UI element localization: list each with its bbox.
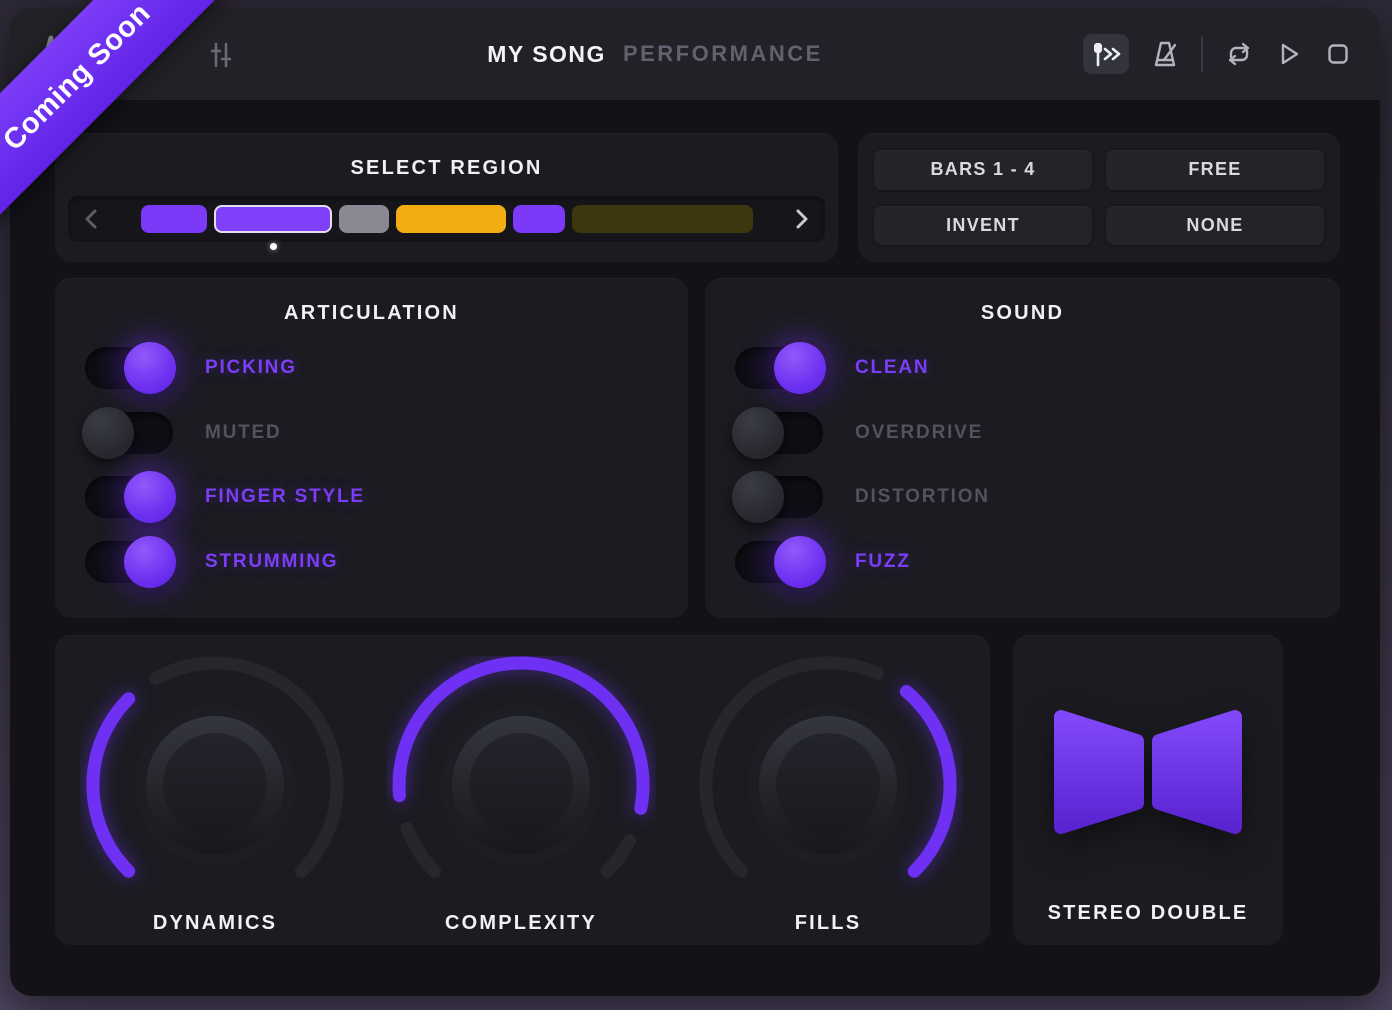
loop-icon — [1224, 41, 1254, 67]
toggle-strumming[interactable] — [85, 541, 173, 583]
knob-label-dynamics: DYNAMICS — [80, 912, 350, 935]
generation-button-none[interactable]: NONE — [1106, 206, 1324, 246]
region-block-1[interactable] — [141, 205, 207, 233]
toggle-thumb — [124, 471, 176, 523]
transport-divider — [1201, 36, 1203, 72]
toggle-finger-style[interactable] — [85, 476, 173, 518]
select-region-title: SELECT REGION — [55, 157, 838, 180]
desktop-backdrop: { "ribbon": { "label": "Coming Soon", "c… — [0, 0, 1392, 1010]
toggle-clean[interactable] — [735, 347, 823, 389]
toggle-label: CLEAN — [855, 357, 929, 379]
toggle-thumb — [774, 536, 826, 588]
toggle-label: PICKING — [205, 357, 297, 379]
generation-button-invent[interactable]: INVENT — [874, 206, 1092, 246]
toggle-thumb — [124, 536, 176, 588]
toggle-row-picking: PICKING — [55, 342, 688, 394]
toggle-label: FINGER STYLE — [205, 486, 365, 508]
region-block-3[interactable] — [339, 205, 389, 233]
sound-title: SOUND — [705, 302, 1340, 325]
header-bar: MY SONG PERFORMANCE — [10, 8, 1380, 100]
sound-panel: SOUND CLEAN OVERDRIVE DISTORTION FUZZ — [705, 278, 1340, 618]
knob-dial-complexity[interactable] — [386, 656, 656, 912]
toggle-label: OVERDRIVE — [855, 422, 983, 444]
knob-label-fills: FILLS — [693, 912, 963, 935]
toggle-picking[interactable] — [85, 347, 173, 389]
follow-playhead-button[interactable] — [1083, 34, 1129, 74]
chevron-left-icon[interactable] — [84, 208, 98, 230]
toggle-label: STRUMMING — [205, 551, 338, 573]
stop-button[interactable] — [1324, 40, 1352, 68]
song-title: MY SONG — [487, 41, 606, 68]
selected-region-dot — [270, 243, 277, 250]
performance-knobs-panel: DYNAMICSCOMPLEXITYFILLS — [55, 635, 990, 945]
knob-dial-dynamics[interactable] — [80, 656, 350, 912]
play-icon — [1275, 40, 1303, 68]
toggle-row-distortion: DISTORTION — [705, 471, 1340, 523]
plugin-window: MY SONG PERFORMANCE — [10, 8, 1380, 996]
toggle-row-fuzz: FUZZ — [705, 536, 1340, 588]
toggle-row-clean: CLEAN — [705, 342, 1340, 394]
toggle-row-finger-style: FINGER STYLE — [55, 471, 688, 523]
stereo-double-icon[interactable] — [1048, 707, 1248, 837]
toggle-row-overdrive: OVERDRIVE — [705, 407, 1340, 459]
generation-button-free[interactable]: FREE — [1106, 150, 1324, 190]
articulation-title: ARTICULATION — [55, 302, 688, 325]
play-button[interactable] — [1275, 40, 1303, 68]
stereo-double-panel: STEREO DOUBLE — [1013, 635, 1283, 945]
knob-dial-fills[interactable] — [693, 656, 963, 912]
view-title: PERFORMANCE — [623, 41, 823, 67]
toggle-fuzz[interactable] — [735, 541, 823, 583]
stereo-double-label: STEREO DOUBLE — [1013, 902, 1283, 925]
toggle-label: DISTORTION — [855, 486, 990, 508]
region-block-4[interactable] — [396, 205, 506, 233]
articulation-panel: ARTICULATION PICKING MUTED FINGER STYLE STR… — [55, 278, 688, 618]
metronome-icon — [1150, 39, 1180, 69]
toggle-distortion[interactable] — [735, 476, 823, 518]
knob-label-complexity: COMPLEXITY — [386, 912, 656, 935]
toggle-thumb — [124, 342, 176, 394]
stop-icon — [1324, 40, 1352, 68]
follow-playhead-icon — [1090, 40, 1122, 68]
toggle-row-strumming: STRUMMING — [55, 536, 688, 588]
toggle-row-muted: MUTED — [55, 407, 688, 459]
toggle-label: MUTED — [205, 422, 282, 444]
toggle-overdrive[interactable] — [735, 412, 823, 454]
chevron-right-icon[interactable] — [795, 208, 809, 230]
metronome-button[interactable] — [1150, 39, 1180, 69]
select-region-panel: SELECT REGION — [55, 133, 838, 262]
generation-panel: BARS 1 - 4 FREE INVENT NONE — [858, 133, 1340, 262]
toggle-thumb — [774, 342, 826, 394]
region-block-6[interactable] — [572, 205, 753, 233]
channel-sliders-icon[interactable] — [206, 40, 236, 70]
generation-button-bars-1-4[interactable]: BARS 1 - 4 — [874, 150, 1092, 190]
toggle-label: FUZZ — [855, 551, 911, 573]
transport-bar — [1083, 8, 1352, 100]
loop-button[interactable] — [1224, 41, 1254, 67]
toggle-thumb — [732, 407, 784, 459]
knob-dynamics: DYNAMICS — [80, 656, 350, 912]
toggle-thumb — [732, 471, 784, 523]
region-block-2[interactable] — [214, 205, 332, 233]
generation-buttons: BARS 1 - 4 FREE INVENT NONE — [874, 150, 1324, 245]
region-strip — [68, 196, 825, 242]
toggle-thumb — [82, 407, 134, 459]
knob-fills: FILLS — [693, 656, 963, 912]
toggle-muted[interactable] — [85, 412, 173, 454]
knob-complexity: COMPLEXITY — [386, 656, 656, 912]
region-block-5[interactable] — [513, 205, 565, 233]
